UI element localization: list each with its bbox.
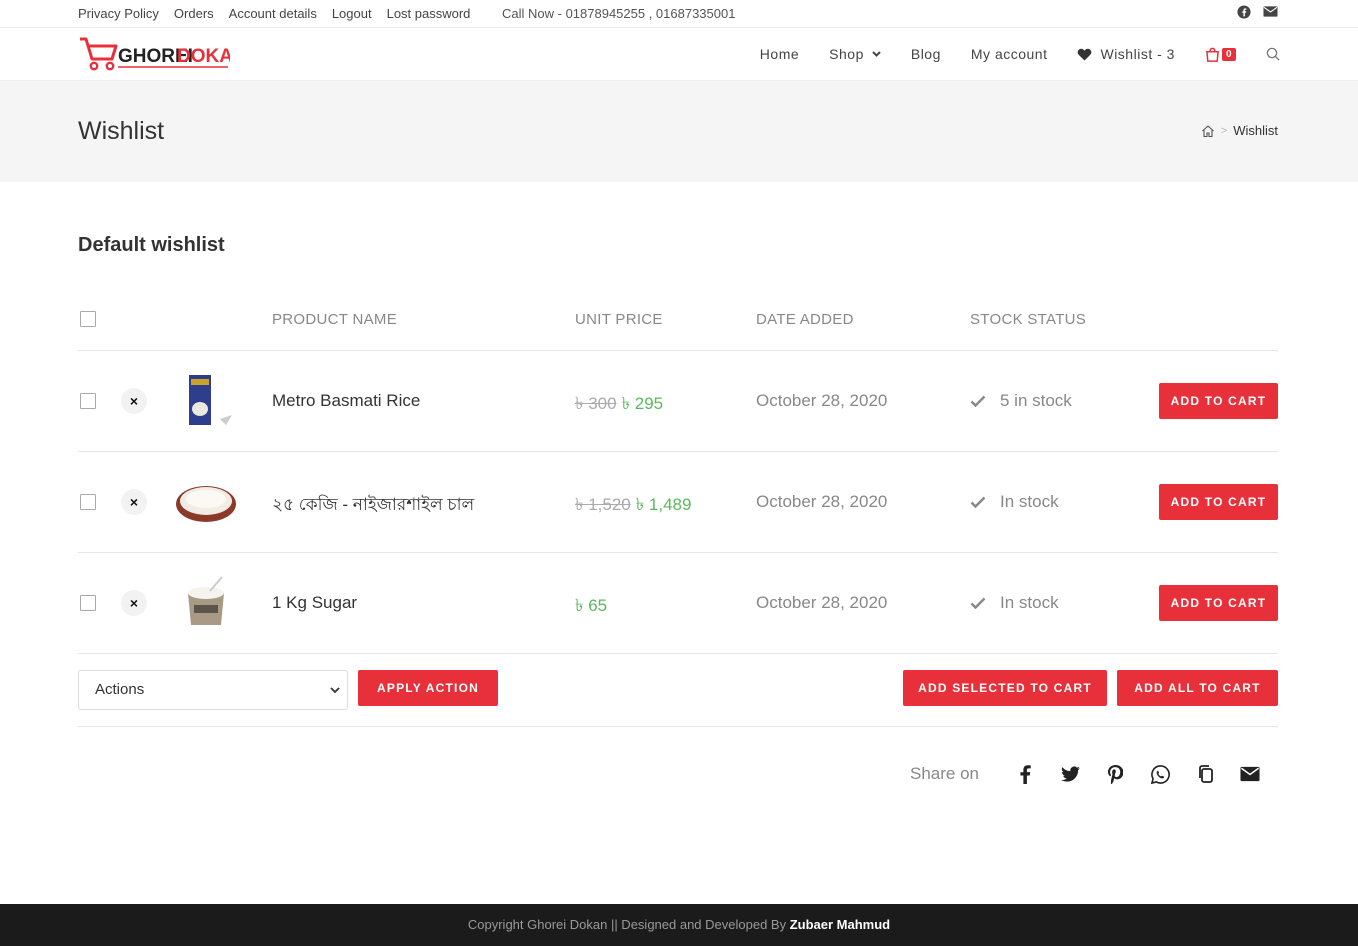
table-row: × ২৫ কেজি - নাইজারশাইল চাল ৳ 1,520 ৳ 1,48… — [78, 452, 1278, 553]
nav-blog[interactable]: Blog — [911, 46, 941, 62]
sale-price: ৳ 65 — [575, 596, 608, 615]
stock-status: 5 in stock — [970, 391, 1072, 411]
top-bar: Privacy Policy Orders Account details Lo… — [0, 0, 1358, 28]
bulk-actions-selected: Actions — [95, 681, 145, 698]
envelope-icon[interactable] — [1263, 5, 1278, 22]
date-added: October 28, 2020 — [756, 593, 888, 612]
nav-shop[interactable]: Shop — [829, 46, 881, 62]
row-checkbox[interactable] — [80, 393, 96, 409]
orders-link[interactable]: Orders — [174, 6, 214, 21]
account-details-link[interactable]: Account details — [229, 6, 317, 21]
old-price: ৳ 1,520 — [575, 495, 631, 514]
select-all-checkbox[interactable] — [80, 311, 96, 327]
add-all-to-cart-button[interactable]: ADD ALL TO CART — [1117, 670, 1278, 706]
wishlist-heading: Default wishlist — [78, 234, 225, 256]
add-selected-to-cart-button[interactable]: ADD SELECTED TO CART — [903, 670, 1107, 706]
cart-count-badge: 0 — [1221, 47, 1236, 61]
site-footer: Copyright Ghorei Dokan || Designed and D… — [0, 904, 1358, 946]
share-label: Share on — [910, 764, 979, 783]
sale-price: ৳ 1,489 — [635, 495, 692, 514]
product-image-nizershail-rice[interactable] — [174, 470, 238, 534]
product-name[interactable]: ২৫ কেজি - নাইজারশাইল চাল — [272, 492, 474, 520]
call-now-text: Call Now - 01878945255 , 01687335001 — [502, 6, 736, 21]
home-icon[interactable] — [1201, 124, 1215, 138]
add-to-cart-button[interactable]: ADD TO CART — [1159, 585, 1278, 621]
copyright-text: Copyright Ghorei Dokan || Designed and D… — [467, 917, 790, 932]
row-checkbox[interactable] — [80, 595, 96, 611]
stock-status: In stock — [970, 593, 1059, 613]
product-name[interactable]: 1 Kg Sugar — [272, 593, 357, 613]
product-price: ৳ 300 ৳ 295 — [575, 391, 663, 419]
page-title: Wishlist — [78, 117, 165, 145]
remove-item-button[interactable]: × — [121, 590, 147, 616]
nav-my-account[interactable]: My account — [971, 46, 1048, 62]
lost-password-link[interactable]: Lost password — [387, 6, 471, 21]
twitter-icon[interactable] — [1060, 764, 1080, 784]
facebook-icon[interactable] — [1015, 764, 1035, 784]
apply-action-button[interactable]: APPLY ACTION — [358, 670, 498, 706]
nav-cart[interactable]: 0 — [1205, 47, 1236, 62]
logout-link[interactable]: Logout — [332, 6, 372, 21]
table-header: PRODUCT NAME UNIT PRICE DATE ADDED STOCK… — [78, 290, 1278, 351]
check-icon — [970, 395, 986, 408]
heart-icon — [1078, 48, 1092, 61]
date-added: October 28, 2020 — [756, 492, 888, 511]
top-links: Privacy Policy Orders Account details Lo… — [78, 6, 470, 21]
copy-icon[interactable] — [1195, 764, 1215, 784]
breadcrumb-separator: > — [1220, 124, 1228, 137]
check-icon — [970, 597, 986, 610]
check-icon — [970, 496, 986, 509]
stock-status-text: In stock — [1000, 593, 1059, 612]
table-row: × Metro Basmati Rice ৳ 300 ৳ 295 October … — [78, 351, 1278, 452]
column-product-name: PRODUCT NAME — [272, 311, 397, 328]
product-image-basmati-rice[interactable] — [174, 369, 238, 433]
product-image-sugar[interactable] — [174, 571, 238, 635]
bulk-actions-select[interactable]: Actions — [78, 670, 348, 710]
privacy-policy-link[interactable]: Privacy Policy — [78, 6, 159, 21]
whatsapp-icon[interactable] — [1150, 764, 1170, 784]
column-unit-price: UNIT PRICE — [575, 311, 663, 328]
remove-item-button[interactable]: × — [121, 388, 147, 414]
add-to-cart-button[interactable]: ADD TO CART — [1159, 383, 1278, 419]
main-nav: Home Shop Blog My account Wishlist - 3 0 — [760, 28, 1280, 80]
shopping-bag-icon — [1205, 47, 1219, 62]
pinterest-icon[interactable] — [1105, 764, 1125, 784]
product-price: ৳ 65 — [575, 593, 607, 621]
divider — [78, 726, 1278, 727]
site-logo[interactable]: GHOREI DOKAN — [78, 34, 247, 74]
nav-shop-label: Shop — [829, 46, 864, 62]
product-price: ৳ 1,520 ৳ 1,489 — [575, 492, 691, 520]
chevron-down-icon — [330, 687, 340, 694]
stock-status: In stock — [970, 492, 1059, 512]
nav-wishlist[interactable]: Wishlist - 3 — [1077, 46, 1174, 62]
share-icons — [1015, 764, 1260, 784]
share-bar: Share on — [910, 764, 1260, 784]
old-price: ৳ 300 — [575, 394, 617, 413]
stock-status-text: In stock — [1000, 492, 1059, 511]
nav-home[interactable]: Home — [760, 46, 799, 62]
top-social — [1237, 5, 1278, 22]
sale-price: ৳ 295 — [621, 394, 664, 413]
search-icon[interactable] — [1266, 47, 1280, 61]
date-added: October 28, 2020 — [756, 391, 888, 410]
facebook-icon[interactable] — [1237, 5, 1251, 22]
stock-status-text: 5 in stock — [1000, 391, 1072, 410]
developer-link[interactable]: Zubaer Mahmud — [790, 917, 890, 932]
add-to-cart-button[interactable]: ADD TO CART — [1159, 484, 1278, 520]
email-icon[interactable] — [1240, 764, 1260, 784]
nav-wishlist-label: Wishlist - 3 — [1100, 46, 1175, 62]
chevron-down-icon — [872, 51, 881, 57]
row-checkbox[interactable] — [80, 494, 96, 510]
logo-text-secondary: DOKAN — [177, 46, 230, 67]
site-header: GHOREI DOKAN Home Shop Blog My account W… — [0, 28, 1358, 81]
product-name[interactable]: Metro Basmati Rice — [272, 391, 420, 411]
table-row: × 1 Kg Sugar ৳ 65 October 28, 2020 In st… — [78, 553, 1278, 654]
column-stock-status: STOCK STATUS — [970, 311, 1087, 328]
remove-item-button[interactable]: × — [121, 489, 147, 515]
breadcrumb: > Wishlist — [1201, 123, 1278, 138]
column-date-added: DATE ADDED — [756, 311, 854, 328]
breadcrumb-current: Wishlist — [1233, 123, 1278, 138]
page-header: Wishlist > Wishlist — [0, 81, 1358, 182]
